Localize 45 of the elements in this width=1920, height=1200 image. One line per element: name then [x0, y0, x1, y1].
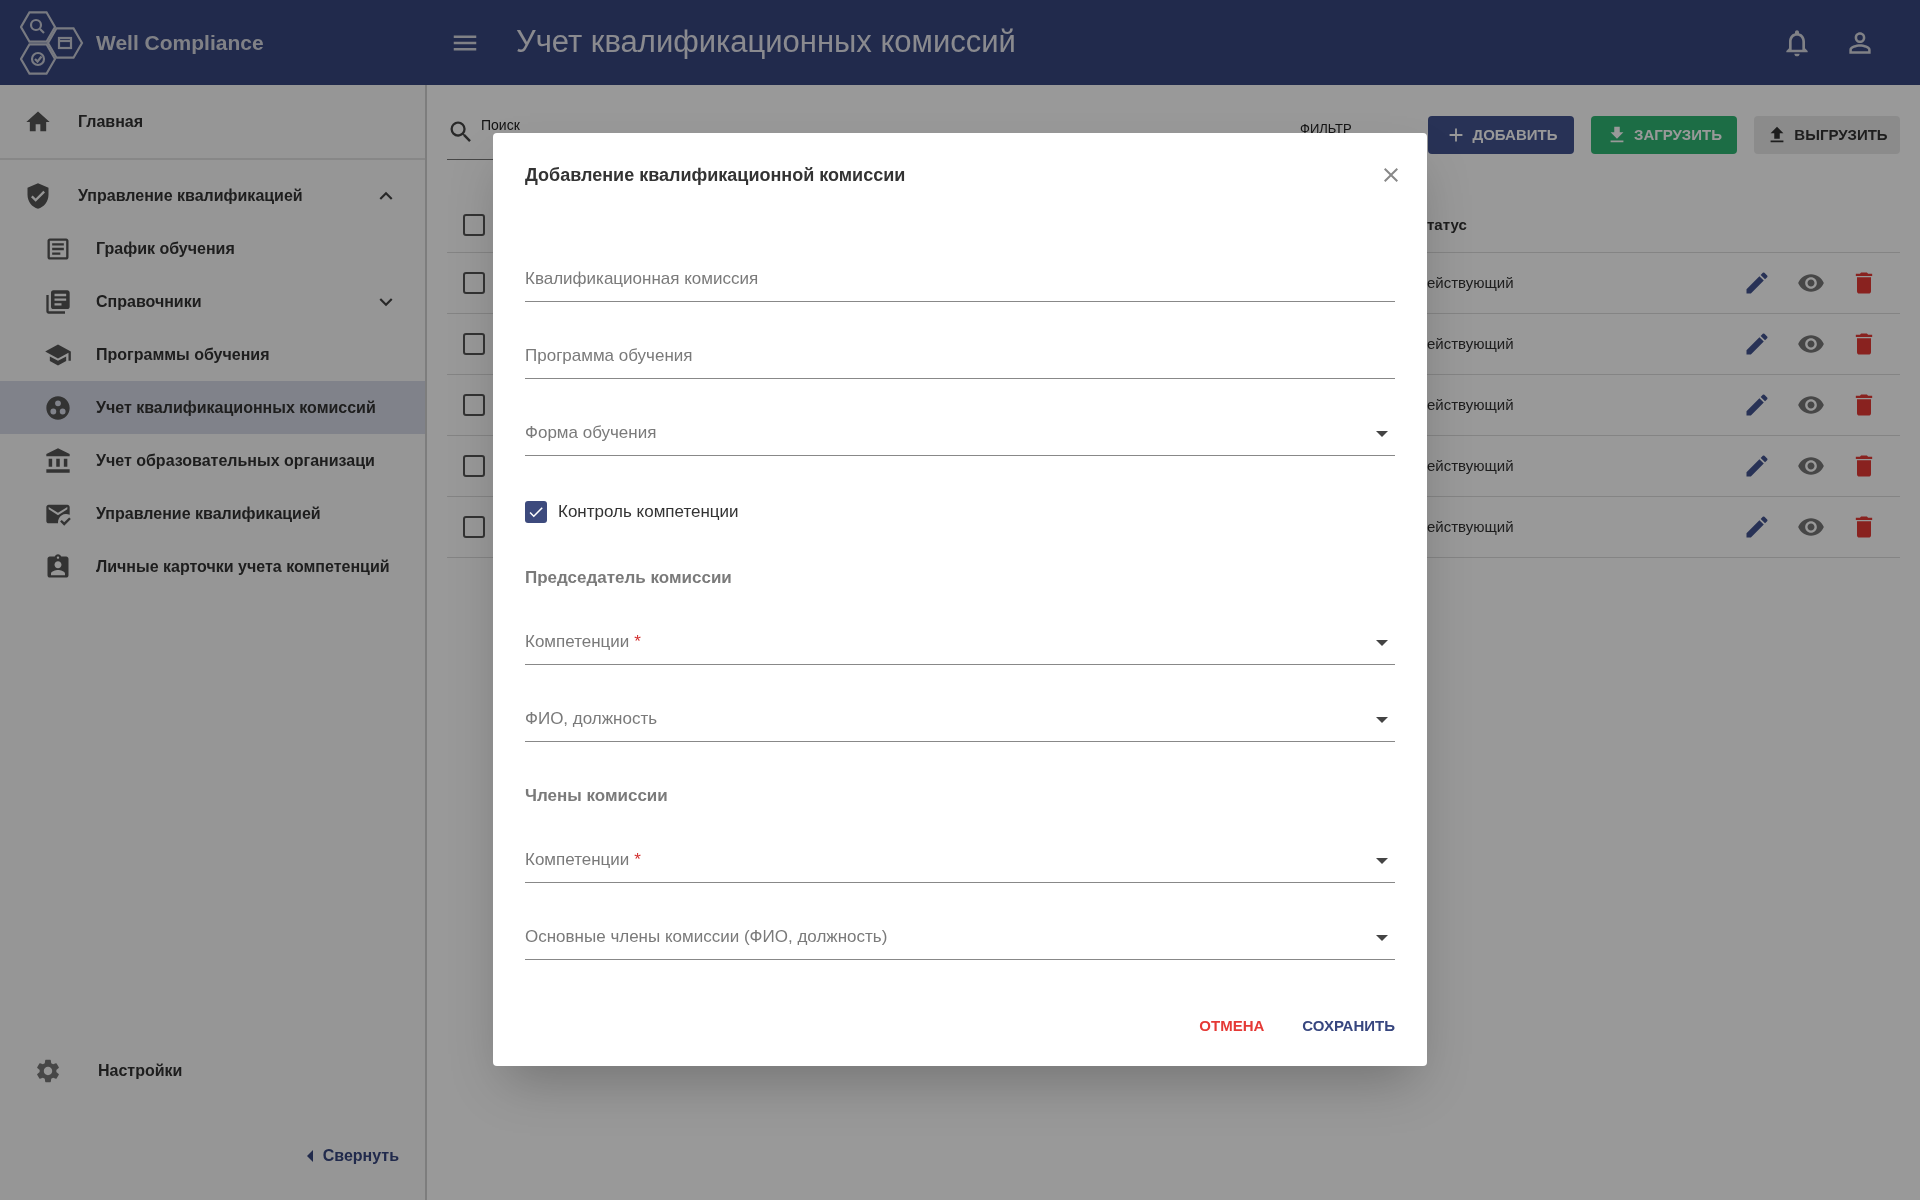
row-checkbox[interactable]	[463, 394, 485, 416]
caret-left-icon	[306, 1150, 313, 1162]
collapse-button[interactable]: Свернуть	[306, 1144, 399, 1168]
row-checkbox[interactable]	[463, 516, 485, 538]
row-checkbox[interactable]	[463, 333, 485, 355]
section-heading: Председатель комиссии	[525, 568, 733, 588]
dropdown-caret-icon	[1376, 858, 1388, 864]
table-cell-text: ействующий	[1427, 394, 1514, 415]
row-checkbox[interactable]	[463, 272, 485, 294]
row-checkbox[interactable]	[463, 455, 485, 477]
filter-link[interactable]: ФИЛЬТР	[1300, 122, 1352, 135]
dropdown-caret-icon	[1376, 935, 1388, 941]
logo-icon	[20, 9, 84, 76]
checkbox[interactable]	[525, 501, 547, 523]
books-icon	[44, 287, 72, 316]
table-cell-text: ействующий	[1427, 516, 1514, 537]
app-name: Well Compliance	[96, 29, 264, 56]
dropdown-caret-icon	[1376, 640, 1388, 646]
dialog-title: Добавление квалификационной комиссии	[525, 163, 906, 187]
save-button[interactable]: СОХРАНИТЬ	[1290, 1008, 1407, 1044]
checkbox-label: Контроль компетенции	[558, 501, 739, 524]
column-header: татус	[1427, 214, 1467, 235]
select-field[interactable]: Форма обучения	[525, 410, 1395, 456]
table-cell-text: ействующий	[1427, 272, 1514, 293]
table-cell-text: ействующий	[1427, 455, 1514, 476]
settings-icon	[34, 1057, 62, 1085]
select-field[interactable]: Основные члены комиссии (ФИО, должность)	[525, 914, 1395, 960]
dropdown-caret-icon	[1376, 431, 1388, 437]
select-field[interactable]: ФИО, должность	[525, 696, 1395, 742]
input-field[interactable]: Программа обучения	[525, 333, 1395, 379]
select-field[interactable]: Компетенции *	[525, 837, 1395, 883]
input-field[interactable]: Квалификационная комиссия	[525, 256, 1395, 302]
settings-item[interactable]: Настройки	[0, 1046, 425, 1096]
bank-icon	[44, 446, 72, 475]
sidebar-item[interactable]: Учет квалификационных комиссий	[0, 381, 425, 434]
add-button[interactable]: ДОБАВИТЬ	[1428, 116, 1574, 154]
select-field[interactable]: Компетенции *	[525, 619, 1395, 665]
cancel-button[interactable]: ОТМЕНА	[1187, 1008, 1277, 1044]
page-title: Учет квалификационных комиссий	[516, 23, 1016, 62]
dropdown-caret-icon	[1376, 717, 1388, 723]
group-icon	[44, 393, 72, 422]
section-heading: Члены комиссии	[525, 786, 669, 806]
select-all-checkbox[interactable]	[463, 214, 485, 236]
export-button[interactable]: ВЫГРУЗИТЬ	[1754, 116, 1900, 154]
table-cell-text: ействующий	[1427, 333, 1514, 354]
